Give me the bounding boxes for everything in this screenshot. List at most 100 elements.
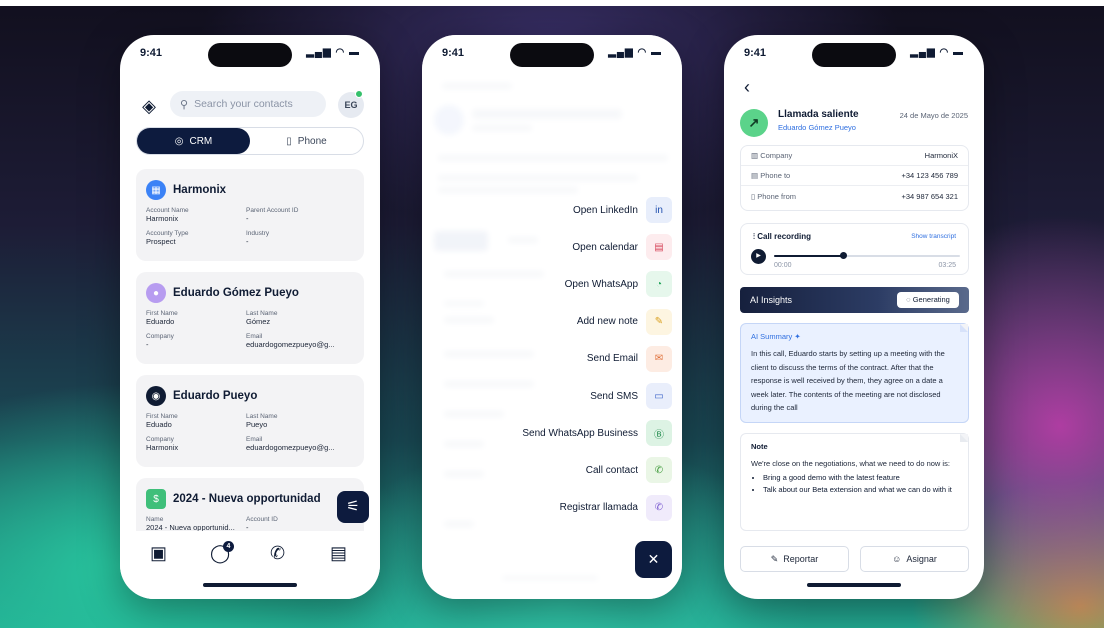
action-whatsapp[interactable]: Open WhatsApp ◔ bbox=[565, 271, 672, 298]
field-value: - bbox=[146, 340, 149, 349]
status-bar: 9:41 ▂▄▆ ◠ ▬ bbox=[120, 35, 380, 71]
playback-slider[interactable] bbox=[774, 252, 960, 259]
contact-card-person[interactable]: ◉ Eduardo Pueyo First Name Eduado Last Na… bbox=[136, 375, 364, 467]
phone-icon[interactable]: ✆ bbox=[270, 543, 285, 564]
report-label: Reportar bbox=[783, 554, 819, 564]
call-recording-player: ⫶ Call recording Show transcript ▶ 00:00… bbox=[740, 223, 969, 275]
battery-icon: ▬ bbox=[651, 47, 662, 58]
wifi-icon: ◠ bbox=[939, 47, 950, 58]
signal-icon: ▂▄▆ bbox=[910, 47, 936, 58]
note-card[interactable]: Note We're close on the negotiations, wh… bbox=[740, 433, 969, 531]
action-label: Add new note bbox=[576, 316, 638, 328]
field-value: eduardogomezpueyo@g... bbox=[246, 340, 335, 349]
field-label: Last Name bbox=[246, 413, 278, 420]
ai-summary-text: In this call, Eduardo starts by setting … bbox=[751, 349, 945, 412]
tab-phone-label: Phone bbox=[297, 135, 327, 147]
ai-insights-bar: AI Insights ◌ Generating bbox=[740, 287, 969, 313]
battery-icon: ▬ bbox=[349, 47, 360, 58]
field-label: Name bbox=[146, 516, 164, 523]
info-row-company: ▥ Company HarmoniX bbox=[741, 146, 968, 166]
field-value: Gómez bbox=[246, 317, 271, 326]
action-call[interactable]: Call contact ✆ bbox=[585, 457, 672, 484]
action-linkedin[interactable]: Open LinkedIn in bbox=[573, 197, 672, 223]
action-calendar[interactable]: Open calendar ▤ bbox=[572, 234, 672, 261]
list-item: Talk about our Beta extension and what w… bbox=[763, 484, 958, 496]
home-indicator bbox=[807, 583, 901, 587]
assign-button[interactable]: ☺ Asignar bbox=[860, 546, 969, 572]
action-label: Open LinkedIn bbox=[572, 204, 638, 216]
phone-quick-actions: 9:41 ▂▄▆ ◠ ▬ Open LinkedIn in Open calenda… bbox=[422, 35, 682, 599]
action-label: Open calendar bbox=[572, 241, 638, 253]
generating-button[interactable]: ◌ Generating bbox=[897, 292, 959, 308]
back-arrow-icon[interactable]: ‹ bbox=[744, 77, 750, 98]
info-value: +34 123 456 789 bbox=[901, 171, 958, 180]
tab-crm[interactable]: ◎ CRM bbox=[137, 128, 250, 154]
report-button[interactable]: ✎ Reportar bbox=[740, 546, 849, 572]
field-label: Account Name bbox=[146, 207, 189, 214]
dynamic-island bbox=[812, 43, 896, 67]
field-label: First Name bbox=[146, 310, 178, 317]
filter-button[interactable]: ⚟ bbox=[337, 491, 369, 523]
phone-crm-list: 9:41 ▂▄▆ ◠ ▬ ◈ ⚲ EG ◎ CRM ▯ Phone bbox=[120, 35, 380, 599]
assign-user-icon: ☺ bbox=[892, 554, 902, 564]
action-register-call[interactable]: Registrar llamada ✆ bbox=[559, 494, 672, 521]
action-note[interactable]: Add new note ✎ bbox=[576, 308, 672, 335]
info-value: +34 987 654 321 bbox=[901, 191, 958, 201]
info-row-phone-to: ▤ Phone to +34 123 456 789 bbox=[741, 166, 968, 186]
dynamic-island bbox=[510, 43, 594, 67]
playback-handle[interactable] bbox=[839, 252, 847, 259]
search-icon: ⚲ bbox=[180, 98, 189, 111]
phone-to-icon: ▤ bbox=[751, 171, 759, 180]
app-logo-icon[interactable]: ◈ bbox=[138, 95, 160, 117]
play-icon[interactable]: ▶ bbox=[751, 249, 766, 264]
action-label: Registrar llamada bbox=[559, 502, 638, 514]
field-value: Harmonix bbox=[146, 443, 179, 452]
contact-circle-icon: ◉ bbox=[146, 386, 166, 406]
edit-icon: ✎ bbox=[770, 553, 779, 564]
recording-title: ⫶ Call recording bbox=[753, 232, 812, 241]
action-label: Call contact bbox=[585, 464, 638, 476]
signal-icon: ▂▄▆ bbox=[608, 47, 634, 58]
contact-card-person[interactable]: ● Eduardo Gómez Pueyo First Name Eduardo … bbox=[136, 272, 364, 364]
action-label: Send SMS bbox=[590, 390, 638, 402]
show-transcript-link[interactable]: Show transcript bbox=[911, 233, 956, 240]
call-icon: ✆ bbox=[646, 457, 672, 484]
field-label: Company bbox=[146, 436, 174, 443]
contact-card-account[interactable]: ▦ Harmonix Account Name Harmonix Parent A… bbox=[136, 169, 364, 261]
wifi-icon: ◠ bbox=[335, 47, 346, 58]
field-label: Email bbox=[246, 333, 263, 340]
search-bar[interactable]: ⚲ bbox=[170, 91, 326, 117]
dynamic-island bbox=[208, 43, 292, 67]
status-icons: ▂▄▆ ◠ ▬ bbox=[306, 47, 360, 58]
person-icon: ● bbox=[146, 283, 166, 303]
home-indicator bbox=[203, 583, 297, 587]
call-date: 24 de Mayo de 2025 bbox=[899, 111, 968, 120]
status-time: 9:41 bbox=[442, 47, 465, 59]
crm-phone-toggle: ◎ CRM ▯ Phone bbox=[136, 127, 364, 155]
action-whatsapp-business[interactable]: Send WhatsApp Business Ⓑ bbox=[522, 420, 672, 447]
contacts-icon[interactable]: ▣ bbox=[150, 543, 167, 564]
field-value: - bbox=[246, 237, 249, 246]
action-email[interactable]: Send Email ✉ bbox=[586, 345, 672, 372]
calendar-icon[interactable]: ▤ bbox=[330, 543, 347, 564]
status-time: 9:41 bbox=[744, 47, 767, 59]
tab-phone[interactable]: ▯ Phone bbox=[250, 128, 363, 154]
close-button[interactable]: ✕ bbox=[635, 541, 672, 578]
call-info-table: ▥ Company HarmoniX ▤ Phone to +34 123 45… bbox=[740, 145, 969, 211]
waveform-icon: ⫶ bbox=[753, 232, 755, 241]
building-icon: ▥ bbox=[751, 151, 759, 160]
ai-insights-label: AI Insights bbox=[750, 295, 793, 305]
action-sms[interactable]: Send SMS ▭ bbox=[590, 383, 672, 409]
call-contact-link[interactable]: Eduardo Gómez Pueyo bbox=[778, 123, 856, 132]
list-item: Bring a good demo with the latest featur… bbox=[763, 472, 958, 484]
status-icons: ▂▄▆ ◠ ▬ bbox=[910, 47, 964, 58]
search-input[interactable] bbox=[194, 98, 315, 110]
tab-crm-label: CRM bbox=[189, 135, 213, 147]
time-total: 03:25 bbox=[938, 262, 956, 269]
ai-summary-card: AI Summary ✦ In this call, Eduardo start… bbox=[740, 323, 969, 423]
playback-progress bbox=[774, 255, 843, 257]
action-label: Send Email bbox=[586, 353, 638, 365]
info-label: Phone from bbox=[757, 191, 797, 201]
email-icon: ✉ bbox=[646, 345, 672, 372]
field-value: Eduardo bbox=[146, 317, 175, 326]
